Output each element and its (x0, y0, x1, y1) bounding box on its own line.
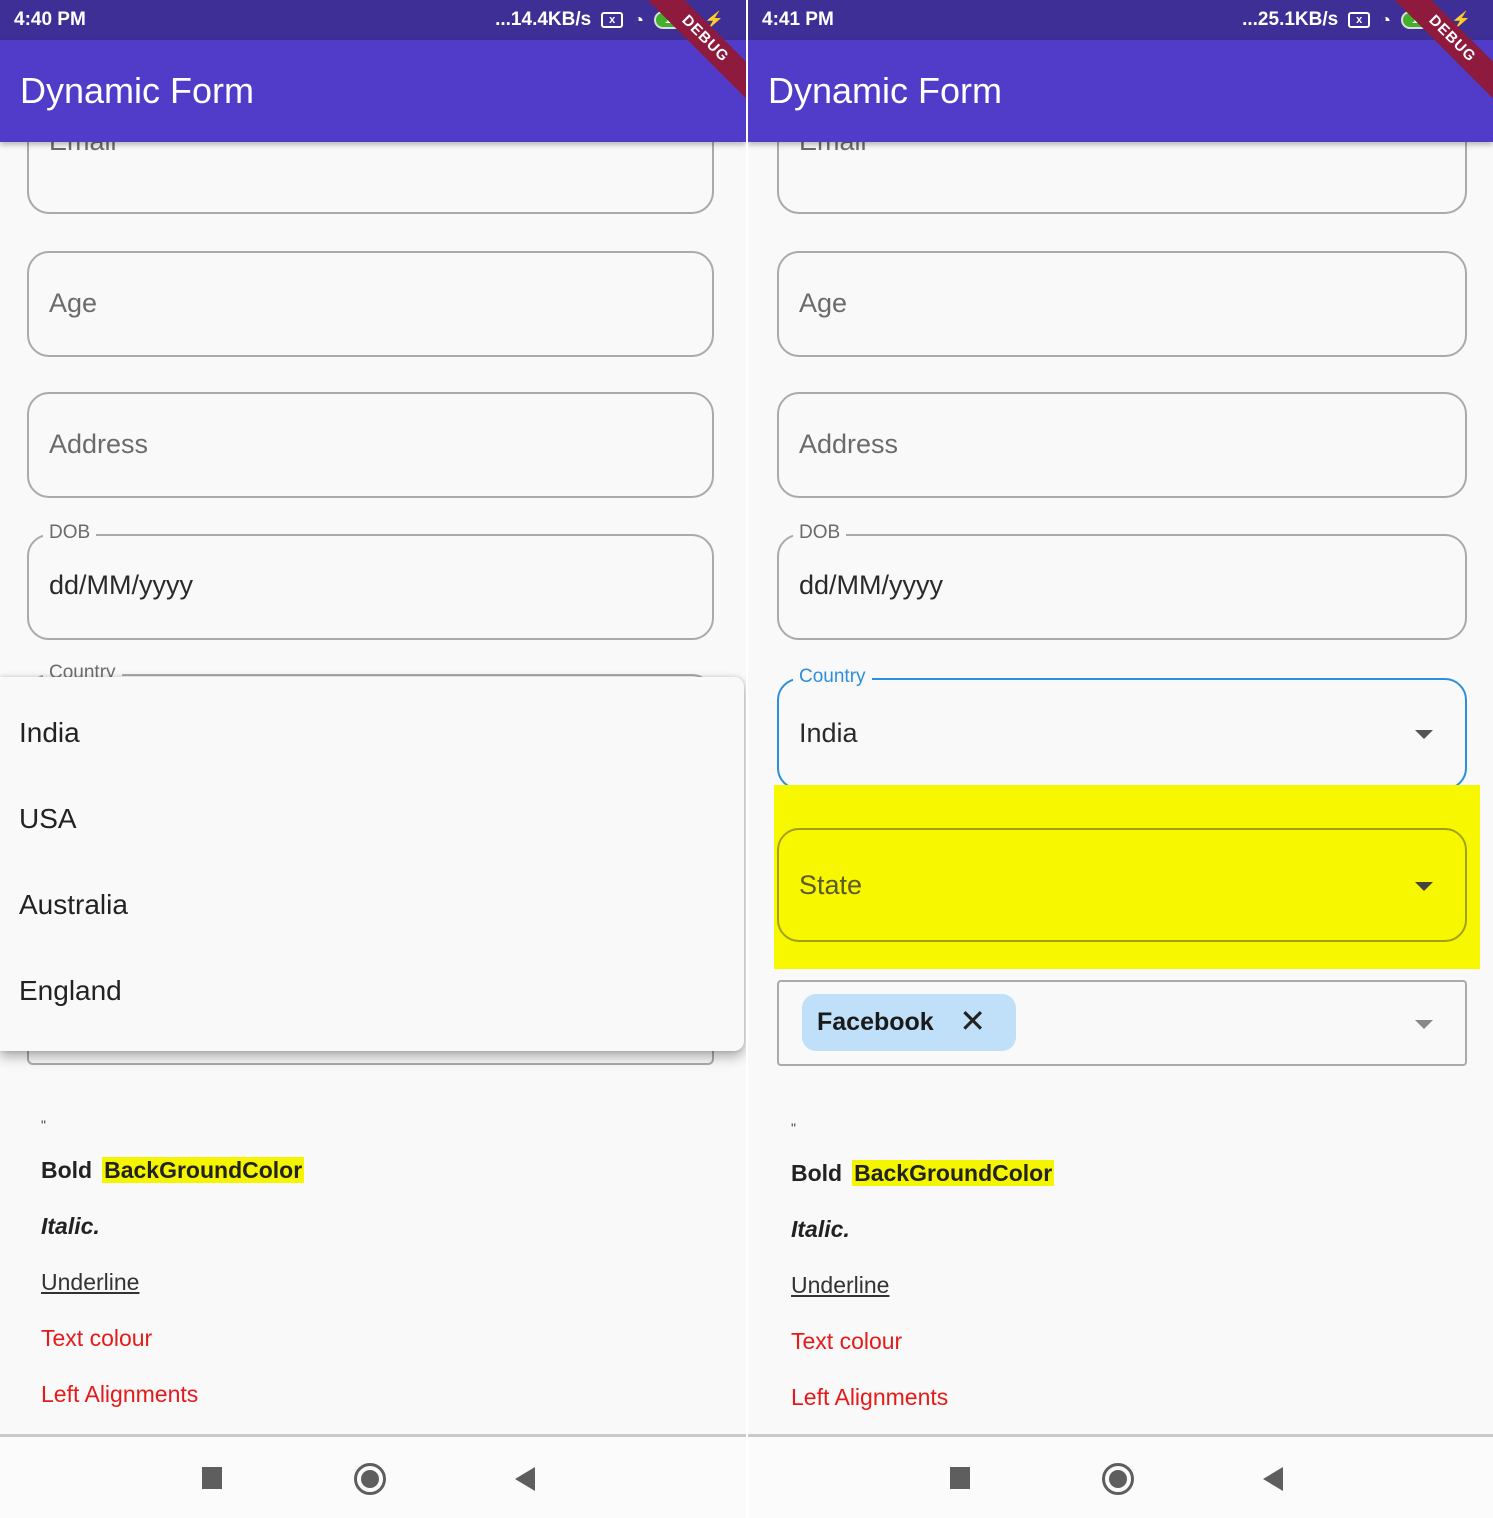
bold-text: Bold (791, 1160, 843, 1186)
wifi-icon: ◔ (633, 9, 645, 30)
state-placeholder: State (799, 870, 863, 900)
back-button[interactable] (515, 1467, 535, 1491)
background-color-text: BackGroundColor (852, 1160, 1055, 1186)
chip-label: Facebook (817, 1008, 934, 1036)
chip-facebook: Facebook ✕ (802, 994, 1016, 1051)
email-field[interactable]: Email (777, 142, 1467, 214)
network-speed: ...14.4KB/s (495, 9, 592, 30)
home-button[interactable] (354, 1463, 386, 1495)
screen-right: 4:41 PM ...25.1KB/s x ◔ 100 ⚡ Dynamic Fo… (748, 0, 1493, 1518)
age-placeholder: Age (49, 288, 98, 318)
email-placeholder: Email (49, 142, 117, 157)
screen-left: 4:40 PM ...14.4KB/s x ◔ 100 ⚡ Dynamic Fo… (0, 0, 746, 1518)
recents-button[interactable] (202, 1467, 222, 1489)
sim-icon: x (601, 12, 624, 28)
app-bar: Dynamic Form (748, 40, 1493, 142)
recents-button[interactable] (950, 1467, 970, 1489)
nav-bar (748, 1434, 1493, 1518)
status-time: 4:41 PM (762, 9, 834, 30)
text-colour-text: Text colour (791, 1328, 903, 1354)
bold-text-line: Bold BackGroundColor (791, 1160, 1055, 1187)
status-bar: 4:40 PM ...14.4KB/s x ◔ 100 ⚡ (0, 0, 746, 40)
menu-item-england[interactable]: England (19, 975, 122, 1007)
social-multiselect[interactable]: Facebook ✕ (777, 980, 1467, 1066)
form-content: Email Age Address DOB dd/MM/yyyy Country… (748, 142, 1493, 1434)
background-color-text: BackGroundColor (102, 1157, 305, 1183)
underline-text: Underline (41, 1269, 140, 1295)
address-field[interactable]: Address (27, 392, 714, 498)
country-value: India (799, 718, 858, 748)
dob-field[interactable]: DOB dd/MM/yyyy (27, 522, 714, 640)
address-placeholder: Address (799, 429, 899, 459)
nav-bar (0, 1434, 746, 1518)
menu-item-usa[interactable]: USA (19, 803, 77, 835)
quote-mark: " (791, 1120, 796, 1136)
quote-mark: " (41, 1117, 46, 1133)
italic-text: Italic. (41, 1213, 100, 1239)
age-field[interactable]: Age (27, 251, 714, 357)
dob-label: DOB (43, 522, 97, 544)
dob-value: dd/MM/yyyy (799, 570, 944, 600)
country-dropdown[interactable]: Country India (777, 666, 1467, 790)
dob-value: dd/MM/yyyy (49, 570, 194, 600)
dropdown-arrow-icon (1415, 882, 1433, 891)
close-icon[interactable]: ✕ (959, 1004, 986, 1038)
left-alignment-text: Left Alignments (791, 1384, 949, 1410)
dropdown-arrow-icon (1415, 1020, 1433, 1029)
wifi-icon: ◔ (1380, 9, 1392, 30)
age-field[interactable]: Age (777, 251, 1467, 357)
underline-text: Underline (791, 1272, 890, 1298)
italic-text: Italic. (791, 1216, 850, 1242)
app-bar: Dynamic Form (0, 40, 746, 142)
bold-text-line: Bold BackGroundColor (41, 1157, 305, 1184)
status-bar: 4:41 PM ...25.1KB/s x ◔ 100 ⚡ (748, 0, 1493, 40)
home-button[interactable] (1102, 1463, 1134, 1495)
text-colour-text: Text colour (41, 1325, 153, 1351)
menu-item-australia[interactable]: Australia (19, 889, 128, 921)
status-time: 4:40 PM (14, 9, 86, 30)
menu-item-india[interactable]: India (19, 717, 80, 749)
email-field[interactable]: Email (27, 142, 714, 214)
dob-label: DOB (793, 522, 847, 544)
dropdown-arrow-icon (1415, 730, 1433, 739)
sim-icon: x (1348, 12, 1371, 28)
country-dropdown-menu: India USA Australia England (0, 677, 744, 1051)
app-title: Dynamic Form (20, 70, 255, 111)
back-button[interactable] (1263, 1467, 1283, 1491)
dob-field[interactable]: DOB dd/MM/yyyy (777, 522, 1467, 640)
country-label: Country (793, 666, 872, 688)
network-speed: ...25.1KB/s (1242, 9, 1339, 30)
address-field[interactable]: Address (777, 392, 1467, 498)
email-placeholder: Email (799, 142, 867, 157)
age-placeholder: Age (799, 288, 848, 318)
left-alignment-text: Left Alignments (41, 1381, 199, 1407)
state-dropdown[interactable]: State (777, 828, 1467, 942)
app-title: Dynamic Form (768, 70, 1003, 111)
bold-text: Bold (41, 1157, 93, 1183)
form-content: Email Age Address DOB dd/MM/yyyy Country… (0, 142, 746, 1434)
address-placeholder: Address (49, 429, 149, 459)
